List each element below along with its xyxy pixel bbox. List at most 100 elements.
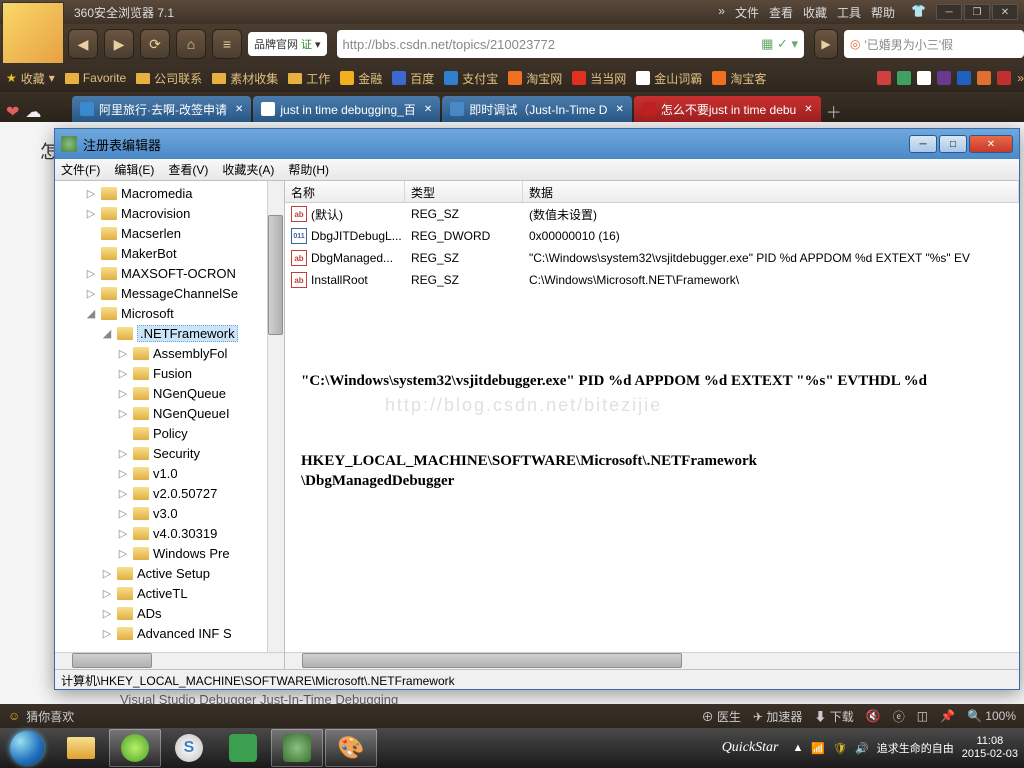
mute-icon[interactable]: 🔇 xyxy=(866,709,881,723)
col-type[interactable]: 类型 xyxy=(405,181,523,202)
bookmark-item[interactable]: 公司联系 xyxy=(136,70,202,87)
bookmark-item[interactable]: 金山词霸 xyxy=(636,70,702,87)
download-button[interactable]: ⬇ 下载 xyxy=(814,708,853,725)
minimize-button[interactable]: ─ xyxy=(936,4,962,20)
hamburger-button[interactable]: ≡ xyxy=(212,29,242,59)
tray-sound-icon[interactable]: 🔊 xyxy=(855,742,869,755)
tree-item[interactable]: ▷Fusion xyxy=(55,363,284,383)
close-icon[interactable]: ✕ xyxy=(804,104,812,115)
tree-item[interactable]: ▷Macromedia xyxy=(55,183,284,203)
ie-mode-icon[interactable]: ⓔ xyxy=(893,708,905,725)
search-input[interactable]: ◎ '已婚男为小三'假 xyxy=(844,30,1024,58)
tree-item[interactable]: Policy xyxy=(55,423,284,443)
value-row[interactable]: ab(默认)REG_SZ(数值未设置) xyxy=(285,203,1019,225)
new-tab-button[interactable]: ＋ xyxy=(823,100,845,122)
tree-item[interactable]: ▷NGenQueue xyxy=(55,383,284,403)
smiley-icon[interactable]: ☺ xyxy=(8,709,20,723)
regedit-minimize[interactable]: ─ xyxy=(909,135,937,153)
close-button[interactable]: ✕ xyxy=(992,4,1018,20)
task-regedit[interactable] xyxy=(271,729,323,767)
regedit-menu-view[interactable]: 查看(V) xyxy=(168,161,208,178)
tree-item[interactable]: ▷ADs xyxy=(55,603,284,623)
regedit-tree[interactable]: ▷Macromedia▷MacrovisionMacserlenMakerBot… xyxy=(55,181,285,669)
regedit-menu-edit[interactable]: 编辑(E) xyxy=(114,161,154,178)
menu-help[interactable]: 帮助 xyxy=(871,4,895,21)
tree-item[interactable]: ▷Macrovision xyxy=(55,203,284,223)
task-360browser[interactable] xyxy=(109,729,161,767)
start-button[interactable] xyxy=(0,728,54,768)
close-icon[interactable]: ✕ xyxy=(424,104,432,115)
tab-cloud-icon[interactable]: ☁ xyxy=(25,102,41,122)
scrollbar-horizontal[interactable] xyxy=(55,652,284,669)
value-row[interactable]: abInstallRootREG_SZC:\Windows\Microsoft.… xyxy=(285,269,1019,291)
tree-item[interactable]: ▷AssemblyFol xyxy=(55,343,284,363)
url-input[interactable]: http://bbs.csdn.net/topics/210023772 ▦ ✓… xyxy=(337,30,804,58)
bookmark-item[interactable]: 支付宝 xyxy=(444,70,498,87)
menu-more[interactable]: » xyxy=(718,4,725,21)
tree-item[interactable]: ▷Active Setup xyxy=(55,563,284,583)
tab[interactable]: just in time debugging_百✕ xyxy=(253,96,440,122)
bookmark-item[interactable]: 淘宝客 xyxy=(712,70,766,87)
status-left[interactable]: 猜你喜欢 xyxy=(26,708,74,725)
zoom-label[interactable]: 🔍 100% xyxy=(967,709,1016,723)
pin-icon[interactable]: 📌 xyxy=(940,709,955,723)
value-row[interactable]: abDbgManaged...REG_SZ"C:\Windows\system3… xyxy=(285,247,1019,269)
accel-button[interactable]: ✈ 加速器 xyxy=(753,708,802,725)
restore-button[interactable]: ❐ xyxy=(964,4,990,20)
tab[interactable]: 即时调试（Just-In-Time D✕ xyxy=(442,96,632,122)
task-paint[interactable]: 🎨 xyxy=(325,729,377,767)
task-app-green[interactable] xyxy=(217,729,269,767)
tree-item[interactable]: Macserlen xyxy=(55,223,284,243)
col-name[interactable]: 名称 xyxy=(285,181,405,202)
task-explorer[interactable] xyxy=(55,729,107,767)
bookmark-item[interactable]: 当当网 xyxy=(572,70,626,87)
tab[interactable]: 阿里旅行·去啊-改签申请✕ xyxy=(72,96,251,122)
brand-badge[interactable]: 品牌官网 证▾ xyxy=(248,32,327,56)
task-sogou[interactable]: S xyxy=(163,729,215,767)
tree-item[interactable]: ▷Advanced INF S xyxy=(55,623,284,643)
tree-item[interactable]: ▷NGenQueueI xyxy=(55,403,284,423)
tree-item[interactable]: ◢.NETFramework xyxy=(55,323,284,343)
menu-file[interactable]: 文件 xyxy=(735,4,759,21)
scrollbar-vertical[interactable] xyxy=(267,181,284,652)
refresh-button[interactable]: ⟳ xyxy=(140,29,170,59)
tab-active[interactable]: 怎么不要just in time debu✕ xyxy=(634,96,821,122)
menu-fav[interactable]: 收藏 xyxy=(803,4,827,21)
url-go[interactable]: ▶ xyxy=(814,29,838,59)
skin-icon[interactable]: 👕 xyxy=(911,4,926,21)
col-data[interactable]: 数据 xyxy=(523,181,1019,202)
fav-button[interactable]: ★收藏 ▾ xyxy=(6,70,55,87)
scrollbar-horizontal[interactable] xyxy=(285,652,1019,669)
tree-item[interactable]: ▷v3.0 xyxy=(55,503,284,523)
tree-item[interactable]: ▷v4.0.30319 xyxy=(55,523,284,543)
back-button[interactable]: ◀ xyxy=(68,29,98,59)
tree-item[interactable]: ▷MessageChannelSe xyxy=(55,283,284,303)
tray-up-icon[interactable]: ▲ xyxy=(792,742,803,754)
split-icon[interactable]: ◫ xyxy=(917,709,928,723)
regedit-menu-file[interactable]: 文件(F) xyxy=(61,161,100,178)
tree-item[interactable]: ▷v2.0.50727 xyxy=(55,483,284,503)
bookmark-item[interactable]: 百度 xyxy=(392,70,434,87)
menu-tools[interactable]: 工具 xyxy=(837,4,861,21)
column-headers[interactable]: 名称 类型 数据 xyxy=(285,181,1019,203)
tab-heart-icon[interactable]: ❤ xyxy=(6,102,19,122)
regedit-maximize[interactable]: □ xyxy=(939,135,967,153)
forward-button[interactable]: ▶ xyxy=(104,29,134,59)
system-tray[interactable]: QuickStar ▲ 📶 🛡 🔊 追求生命的自由 11:08 2015-02-… xyxy=(722,735,1024,761)
value-row[interactable]: 011DbgJITDebugL...REG_DWORD0x00000010 (1… xyxy=(285,225,1019,247)
tree-item[interactable]: ▷Security xyxy=(55,443,284,463)
bookmark-overflow[interactable]: » xyxy=(877,71,1024,85)
doctor-button[interactable]: ⊕ 医生 xyxy=(702,708,741,725)
regedit-close[interactable]: ✕ xyxy=(969,135,1013,153)
tree-item[interactable]: ▷Windows Pre xyxy=(55,543,284,563)
tray-clock[interactable]: 11:08 2015-02-03 xyxy=(962,735,1018,761)
tree-item[interactable]: MakerBot xyxy=(55,243,284,263)
bookmark-item[interactable]: 金融 xyxy=(340,70,382,87)
close-icon[interactable]: ✕ xyxy=(615,104,623,115)
tree-item[interactable]: ◢Microsoft xyxy=(55,303,284,323)
home-button[interactable]: ⌂ xyxy=(176,29,206,59)
bookmark-item[interactable]: 素材收集 xyxy=(212,70,278,87)
tree-item[interactable]: ▷ActiveTL xyxy=(55,583,284,603)
tray-shield-icon[interactable]: 🛡 xyxy=(833,742,847,755)
tree-item[interactable]: ▷MAXSOFT-OCRON xyxy=(55,263,284,283)
